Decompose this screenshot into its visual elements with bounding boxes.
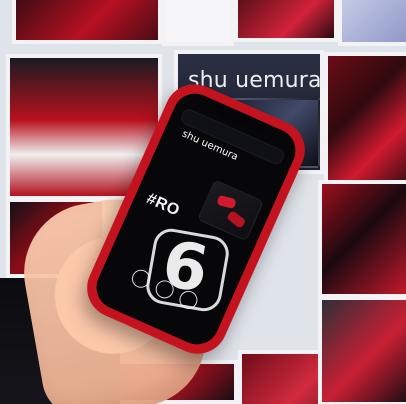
photo-tile xyxy=(338,0,406,46)
hashtag-text: #RO xyxy=(143,190,183,220)
photo-tile xyxy=(12,0,162,44)
photo-tile xyxy=(318,296,406,404)
photo-tile xyxy=(162,0,234,46)
image-frame: shu uemura shu uemura #RO 6 xyxy=(0,0,406,404)
photo-tile xyxy=(234,0,338,42)
photo-tile xyxy=(318,180,406,298)
product-image xyxy=(196,179,265,242)
photo-tile xyxy=(324,52,406,186)
